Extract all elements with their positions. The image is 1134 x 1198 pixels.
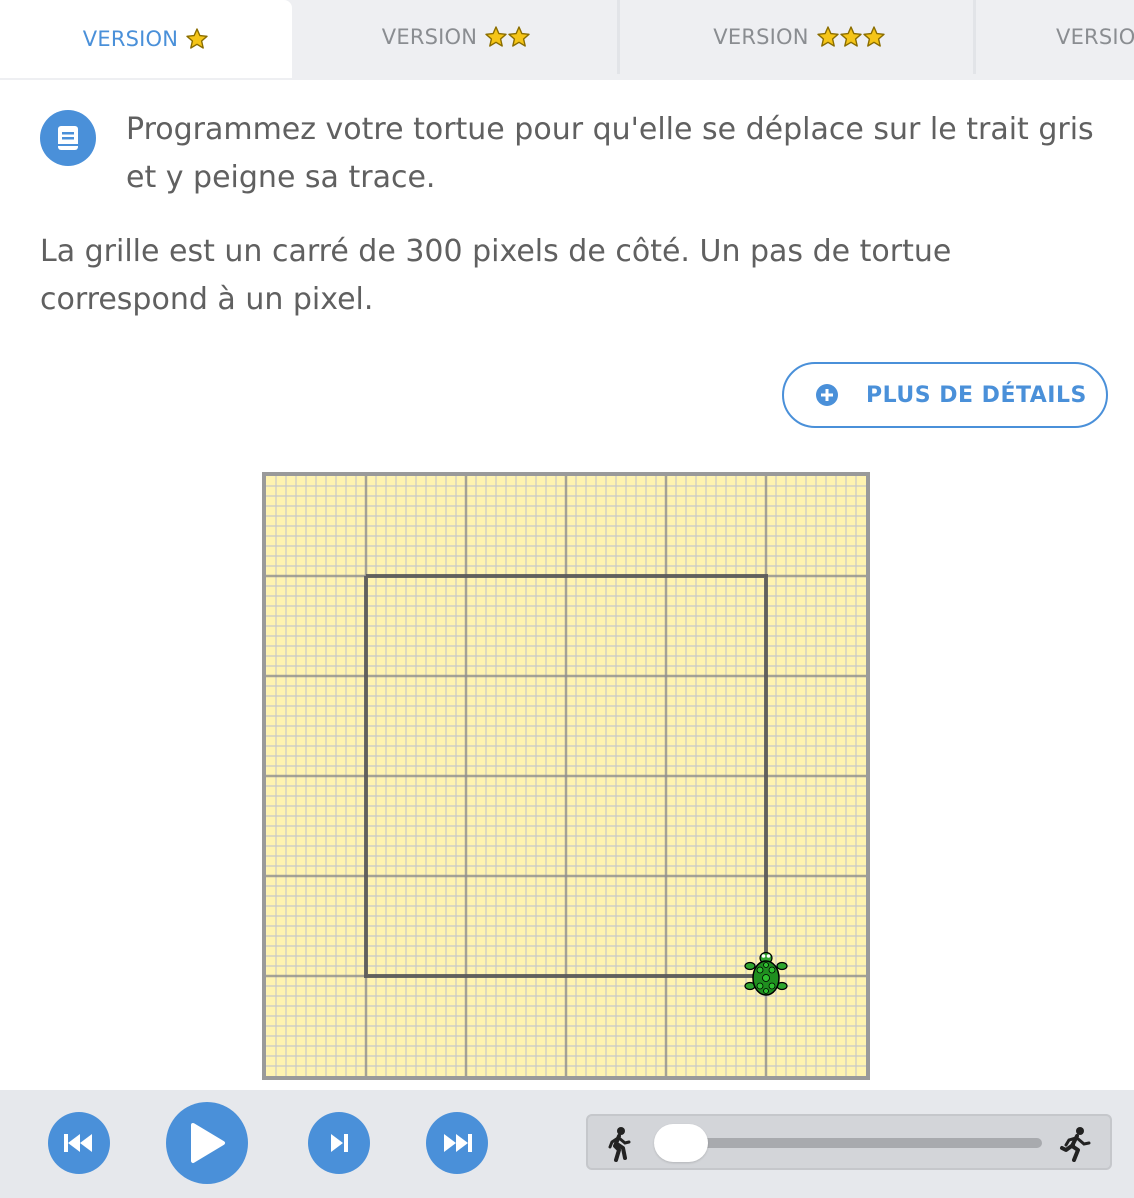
star-icon	[508, 26, 530, 47]
play-button[interactable]	[166, 1102, 248, 1184]
turtle-grid	[262, 472, 870, 1080]
speed-slider[interactable]	[586, 1114, 1112, 1170]
star-icon	[839, 26, 862, 47]
rewind-icon	[64, 1134, 92, 1152]
grid-canvas	[262, 472, 870, 1080]
plus-circle-icon	[816, 384, 838, 406]
stars	[186, 27, 209, 51]
play-icon	[191, 1123, 225, 1163]
book-icon	[40, 110, 96, 166]
rewind-button[interactable]	[48, 1112, 110, 1174]
stars	[816, 25, 886, 49]
running-icon	[1060, 1127, 1091, 1162]
star-icon	[862, 26, 885, 47]
speed-track	[654, 1138, 1042, 1148]
step-forward-button[interactable]	[308, 1112, 370, 1174]
star-icon	[816, 26, 839, 47]
more-details-button[interactable]: PLUS DE DÉTAILS	[782, 362, 1108, 428]
more-details-label: PLUS DE DÉTAILS	[866, 382, 1087, 408]
fast-forward-button[interactable]	[426, 1112, 488, 1174]
instruction-text: Programmez votre tortue pour qu'elle se …	[126, 112, 1094, 195]
walking-icon	[608, 1127, 631, 1162]
control-bar	[0, 1090, 1134, 1198]
star-icon	[485, 26, 507, 47]
tab-label: VERSION	[381, 25, 478, 49]
fast-forward-icon	[444, 1134, 472, 1152]
tab-version-4[interactable]: VERSIO	[978, 0, 1134, 74]
grid-description: La grille est un carré de 300 pixels de …	[40, 234, 952, 317]
tab-version-2-stars[interactable]: VERSION	[296, 0, 620, 74]
tab-version-3-stars[interactable]: VERSION	[626, 0, 976, 74]
tab-version-1-star[interactable]: VERSION	[0, 0, 292, 78]
speed-knob[interactable]	[654, 1124, 708, 1162]
tab-label: VERSION	[82, 27, 179, 51]
tab-label: VERSIO	[1056, 25, 1134, 49]
star-icon	[186, 28, 208, 49]
step-forward-icon	[331, 1134, 348, 1152]
version-tabs: VERSION VERSION VERSION VERSIO	[0, 0, 1134, 80]
stars	[485, 25, 531, 49]
tab-label: VERSION	[713, 25, 809, 49]
